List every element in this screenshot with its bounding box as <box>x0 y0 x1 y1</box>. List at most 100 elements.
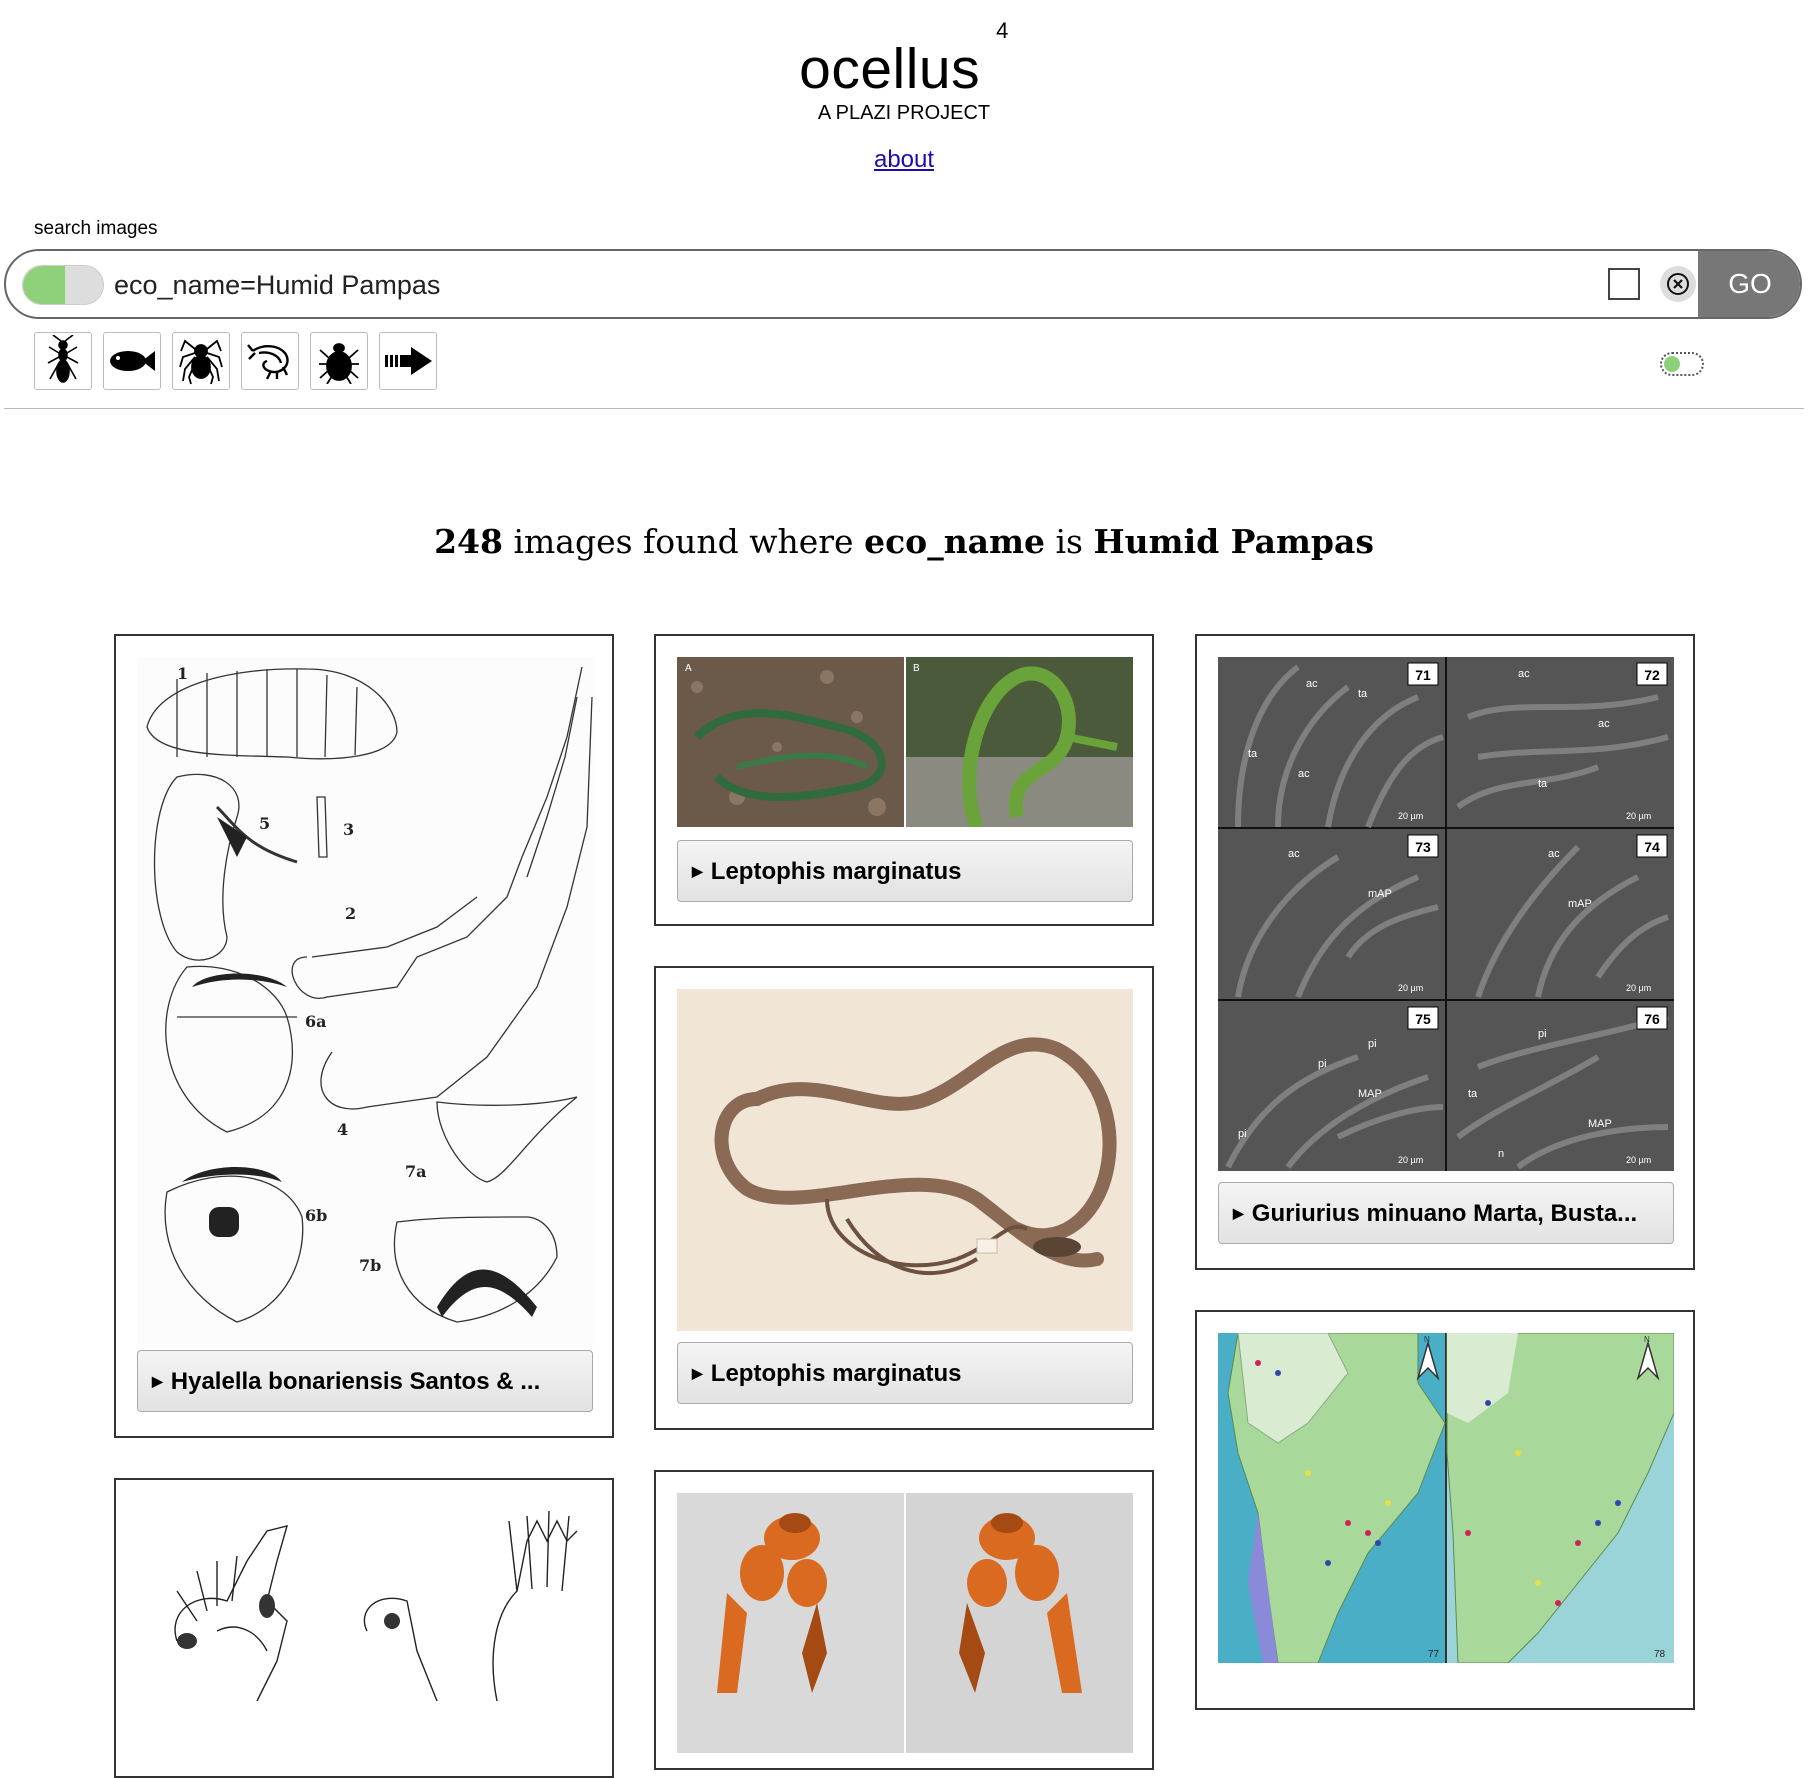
svg-text:ta: ta <box>1248 748 1258 760</box>
svg-text:71: 71 <box>1415 667 1431 683</box>
about-link-wrapper: about <box>0 146 1808 174</box>
svg-text:pi: pi <box>1368 1038 1377 1050</box>
svg-text:7a: 7a <box>405 1162 427 1181</box>
svg-text:ta: ta <box>1468 1088 1478 1100</box>
svg-text:ac: ac <box>1598 718 1610 730</box>
svg-text:ac: ac <box>1288 848 1300 860</box>
distribution-map: N N 77 78 <box>1218 1333 1674 1663</box>
results-count: 248 <box>434 522 503 561</box>
image-caption-toggle[interactable]: ▶ Leptophis marginatus <box>677 840 1133 902</box>
svg-text:75: 75 <box>1415 1011 1431 1027</box>
go-button[interactable]: GO <box>1698 251 1800 317</box>
svg-text:ac: ac <box>1298 768 1310 780</box>
results-field: eco_name <box>864 522 1045 561</box>
svg-text:2: 2 <box>345 904 356 923</box>
svg-text:pi: pi <box>1238 1128 1247 1140</box>
svg-text:5: 5 <box>259 814 270 833</box>
image-thumbnail[interactable]: N N 77 78 <box>1218 1333 1674 1663</box>
svg-text:N: N <box>1424 1335 1430 1344</box>
header-divider <box>4 408 1804 409</box>
spider-leg-photo <box>677 1493 1133 1753</box>
image-thumbnail[interactable]: A B <box>677 657 1133 827</box>
svg-text:3: 3 <box>343 820 354 839</box>
svg-text:20 µm: 20 µm <box>1398 811 1423 821</box>
shortcut-spiders[interactable] <box>172 332 230 390</box>
svg-text:7b: 7b <box>359 1256 381 1275</box>
svg-text:20 µm: 20 µm <box>1398 983 1423 993</box>
svg-text:MAP: MAP <box>1358 1088 1382 1100</box>
display-toggle[interactable] <box>1660 352 1704 376</box>
svg-text:mAP: mAP <box>1368 888 1392 900</box>
image-card[interactable]: ▶ Leptophis marginatus <box>654 966 1154 1430</box>
svg-text:ac: ac <box>1518 668 1530 680</box>
image-thumbnail[interactable] <box>137 1501 593 1761</box>
image-card[interactable] <box>114 1478 614 1778</box>
svg-text:N: N <box>1644 1335 1650 1344</box>
svg-text:ta: ta <box>1358 688 1368 700</box>
about-link[interactable]: about <box>874 146 934 173</box>
search-checkbox[interactable] <box>1608 268 1640 300</box>
svg-text:B: B <box>913 663 920 674</box>
image-thumbnail[interactable]: 71 72 73 74 75 76 ac ta ta ac ac ac ta a… <box>1218 657 1674 1171</box>
svg-text:6b: 6b <box>305 1206 327 1225</box>
toggle-on-indicator <box>23 266 65 304</box>
image-thumbnail[interactable] <box>677 1493 1133 1753</box>
image-caption-toggle[interactable]: ▶ Guriurius minuano Marta, Busta... <box>1218 1182 1674 1244</box>
site-subtitle: A PLAZI PROJECT <box>817 102 991 124</box>
shortcut-crustaceans[interactable] <box>241 332 299 390</box>
svg-text:6a: 6a <box>305 1012 327 1031</box>
image-caption-toggle[interactable]: ▶ Leptophis marginatus <box>677 1342 1133 1404</box>
svg-text:ac: ac <box>1306 678 1318 690</box>
shortcut-fish[interactable] <box>103 332 161 390</box>
clear-search-button[interactable] <box>1660 266 1696 302</box>
search-label: search images <box>34 218 158 239</box>
search-input[interactable] <box>114 265 1574 305</box>
results-value: Humid Pampas <box>1093 522 1374 561</box>
line-drawing-image <box>174 1510 578 1702</box>
svg-text:20 µm: 20 µm <box>1626 983 1651 993</box>
image-caption-toggle[interactable]: ▶ Hyalella bonariensis Santos & ... <box>137 1350 593 1412</box>
snake-specimen-photo <box>677 989 1133 1331</box>
image-card[interactable] <box>654 1470 1154 1770</box>
display-toggle-knob <box>1664 356 1680 372</box>
shortcut-more[interactable] <box>379 332 437 390</box>
svg-text:ta: ta <box>1538 778 1548 790</box>
line-drawing-image: 1 2 3 4 5 6a 6b 7a 7b <box>146 664 593 1323</box>
sem-micrograph-grid: 71 72 73 74 75 76 ac ta ta ac ac ac ta a… <box>1218 657 1674 1171</box>
image-thumbnail[interactable]: 1 2 3 4 5 6a 6b 7a 7b <box>137 657 593 1345</box>
search-mode-toggle[interactable] <box>22 265 104 305</box>
shortcut-insects[interactable] <box>34 332 92 390</box>
svg-text:n: n <box>1498 1148 1504 1160</box>
search-bar: GO <box>4 249 1802 319</box>
spider-icon <box>179 339 223 385</box>
svg-text:ac: ac <box>1548 848 1560 860</box>
svg-text:78: 78 <box>1654 1649 1666 1660</box>
svg-text:MAP: MAP <box>1588 1118 1612 1130</box>
arrow-right-icon <box>385 347 432 375</box>
svg-text:mAP: mAP <box>1568 898 1592 910</box>
image-thumbnail[interactable] <box>677 989 1133 1331</box>
image-card[interactable]: N N 77 78 <box>1195 1310 1695 1710</box>
svg-text:20 µm: 20 µm <box>1626 811 1651 821</box>
results-summary: 248 images found where eco_name is Humid… <box>434 522 1374 561</box>
image-card[interactable]: 1 2 3 4 5 6a 6b 7a 7b ▶ Hyalella bonarien… <box>114 634 614 1438</box>
snake-photo: A B <box>677 657 1133 827</box>
svg-text:A: A <box>685 663 692 674</box>
svg-text:77: 77 <box>1428 1649 1440 1660</box>
svg-text:pi: pi <box>1538 1028 1547 1040</box>
image-card[interactable]: 71 72 73 74 75 76 ac ta ta ac ac ac ta a… <box>1195 634 1695 1270</box>
svg-text:73: 73 <box>1415 839 1431 855</box>
version-superscript: 4 <box>996 18 1009 43</box>
fish-icon <box>110 351 155 371</box>
insect-icon <box>47 335 79 383</box>
shortcut-ticks[interactable] <box>310 332 368 390</box>
image-card[interactable]: A B ▶ Leptophis marginatus <box>654 634 1154 926</box>
shrimp-icon <box>247 344 289 380</box>
svg-text:4: 4 <box>337 1120 348 1139</box>
tick-icon <box>319 343 359 384</box>
svg-text:72: 72 <box>1644 667 1660 683</box>
svg-text:pi: pi <box>1318 1058 1327 1070</box>
svg-text:74: 74 <box>1644 839 1660 855</box>
svg-text:20 µm: 20 µm <box>1626 1155 1651 1165</box>
svg-text:20 µm: 20 µm <box>1398 1155 1423 1165</box>
